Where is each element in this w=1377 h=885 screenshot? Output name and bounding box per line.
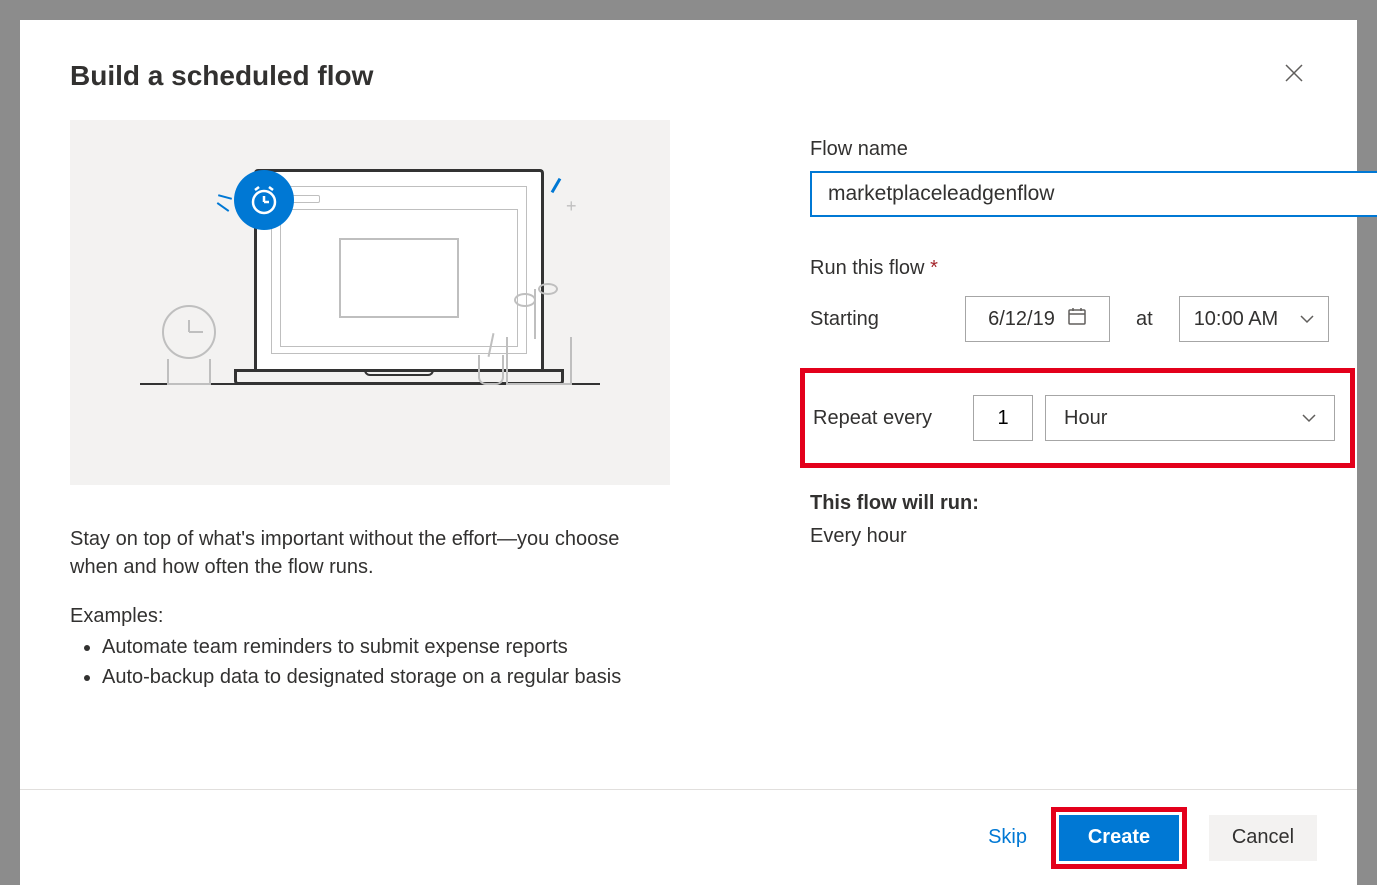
dialog-footer: Skip Create Cancel xyxy=(20,789,1357,885)
starting-time-select[interactable]: 10:00 AM xyxy=(1179,296,1329,342)
description-text: Stay on top of what's important without … xyxy=(70,525,670,581)
create-button[interactable]: Create xyxy=(1059,815,1179,861)
run-flow-label-text: Run this flow xyxy=(810,257,925,279)
example-item: Automate team reminders to submit expens… xyxy=(102,632,670,662)
dialog-title: Build a scheduled flow xyxy=(70,60,373,92)
example-item: Auto-backup data to designated storage o… xyxy=(102,662,670,692)
right-column: Flow name Run this flow * Starting 6/12/… xyxy=(810,120,1377,779)
chevron-down-icon xyxy=(1302,410,1316,426)
summary-label: This flow will run: xyxy=(810,492,1377,515)
examples-list: Automate team reminders to submit expens… xyxy=(70,632,670,692)
at-label: at xyxy=(1136,308,1153,331)
create-highlight: Create xyxy=(1051,807,1187,869)
dialog-header: Build a scheduled flow xyxy=(20,20,1357,92)
repeat-row: Repeat every Hour xyxy=(800,368,1355,468)
starting-row: Starting 6/12/19 at 10:00 AM xyxy=(810,290,1377,348)
close-icon xyxy=(1285,64,1303,82)
skip-button[interactable]: Skip xyxy=(988,826,1027,849)
starting-date-value: 6/12/19 xyxy=(988,308,1055,331)
cancel-button[interactable]: Cancel xyxy=(1209,815,1317,861)
repeat-unit-select[interactable]: Hour xyxy=(1045,395,1335,441)
flow-name-input[interactable] xyxy=(810,171,1377,217)
starting-time-value: 10:00 AM xyxy=(1194,308,1279,331)
close-button[interactable] xyxy=(1281,60,1307,90)
repeat-count-input[interactable] xyxy=(973,395,1033,441)
examples-label: Examples: xyxy=(70,605,670,628)
illustration: + xyxy=(70,120,670,485)
alarm-clock-icon xyxy=(234,170,294,230)
calendar-icon xyxy=(1067,306,1087,332)
repeat-unit-value: Hour xyxy=(1064,407,1107,430)
repeat-label: Repeat every xyxy=(813,407,973,430)
scheduled-flow-dialog: Build a scheduled flow xyxy=(20,20,1357,885)
summary-text: Every hour xyxy=(810,525,1377,548)
starting-label: Starting xyxy=(810,308,965,331)
dialog-body: + Stay on top of what's important withou… xyxy=(20,92,1357,789)
left-column: + Stay on top of what's important withou… xyxy=(70,120,670,779)
chevron-down-icon xyxy=(1300,311,1314,327)
flow-name-label: Flow name xyxy=(810,138,1377,161)
run-flow-label: Run this flow * xyxy=(810,257,1377,280)
required-asterisk: * xyxy=(930,257,938,279)
starting-date-input[interactable]: 6/12/19 xyxy=(965,296,1110,342)
